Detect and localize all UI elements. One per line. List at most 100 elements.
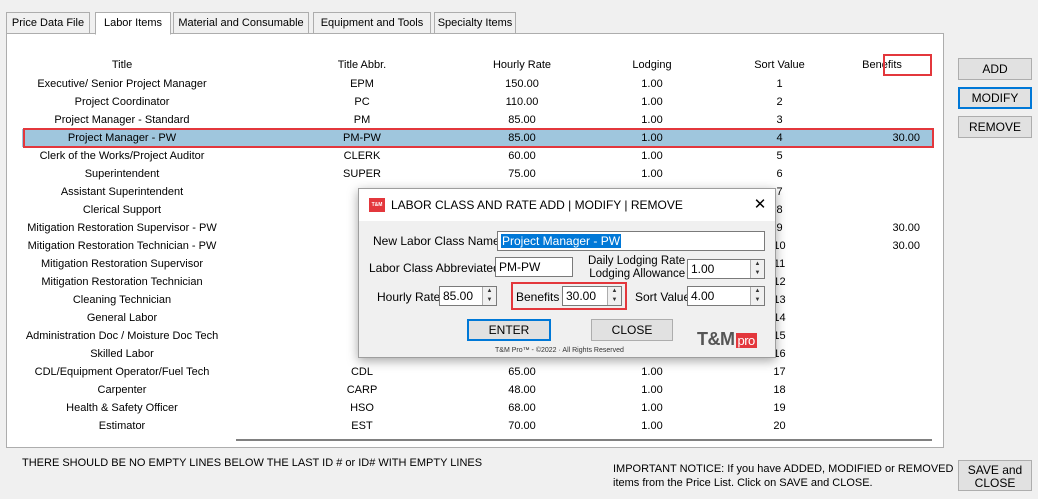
cell-hourly-rate: 85.00 bbox=[508, 132, 536, 144]
spin-up-icon[interactable]: ▲ bbox=[751, 260, 764, 269]
sort-value-input[interactable]: 4.00 ▲ ▼ bbox=[687, 286, 765, 306]
cell-title: Project Manager - Standard bbox=[54, 114, 190, 126]
cell-title: Health & Safety Officer bbox=[66, 402, 178, 414]
cell-sort-value: 1 bbox=[776, 78, 783, 90]
cell-benefits: 30.00 bbox=[892, 222, 920, 234]
remove-button[interactable]: REMOVE bbox=[958, 116, 1032, 138]
tab-price-data-file[interactable]: Price Data File bbox=[6, 12, 90, 34]
cell-title: General Labor bbox=[86, 312, 158, 324]
dialog-title: LABOR CLASS AND RATE ADD | MODIFY | REMO… bbox=[391, 198, 683, 212]
header-hourly-rate[interactable]: Hourly Rate bbox=[462, 59, 582, 71]
cell-title-abbr: EST bbox=[351, 420, 373, 432]
table-row[interactable]: CDL/Equipment Operator/Fuel Tech CDL 65.00… bbox=[22, 363, 932, 381]
spin-down-icon[interactable]: ▼ bbox=[483, 296, 496, 305]
spin-up-icon[interactable]: ▲ bbox=[608, 287, 621, 296]
empty-lines-warning: THERE SHOULD BE NO EMPTY LINES BELOW THE… bbox=[22, 457, 483, 469]
cell-hourly-rate: 75.00 bbox=[508, 168, 536, 180]
cell-sort-value: 20 bbox=[773, 420, 786, 432]
save-and-close-line-1: SAVE and bbox=[967, 462, 1023, 477]
cell-hourly-rate: 70.00 bbox=[508, 420, 536, 432]
cell-lodging: 1.00 bbox=[641, 96, 663, 108]
cell-lodging: 1.00 bbox=[641, 420, 663, 432]
close-icon[interactable]: ✕ bbox=[751, 196, 769, 214]
table-row[interactable]: Superintendent SUPER 75.00 1.00 6 bbox=[22, 165, 932, 183]
brand-pro-text: pro bbox=[735, 333, 757, 348]
cell-title-abbr: PM-PW bbox=[343, 132, 381, 144]
table-row[interactable]: Project Coordinator PC 110.00 1.00 2 bbox=[22, 93, 932, 111]
new-class-input[interactable]: Project Manager - PW bbox=[497, 231, 765, 251]
cell-lodging: 1.00 bbox=[641, 168, 663, 180]
cell-title: Estimator bbox=[98, 420, 146, 432]
cell-title-abbr: SUPER bbox=[343, 168, 381, 180]
cell-title: Skilled Labor bbox=[90, 348, 154, 360]
tab-equipment-and-tools[interactable]: Equipment and Tools bbox=[313, 12, 431, 34]
hourly-rate-label: Hourly Rate bbox=[377, 290, 441, 304]
spin-up-icon[interactable]: ▲ bbox=[751, 287, 764, 296]
new-class-value: Project Manager - PW bbox=[501, 234, 622, 248]
cell-hourly-rate: 65.00 bbox=[508, 366, 536, 378]
horizontal-scrollbar[interactable] bbox=[236, 439, 932, 441]
enter-button[interactable]: ENTER bbox=[467, 319, 551, 341]
benefits-spinner[interactable]: ▲ ▼ bbox=[607, 287, 621, 305]
lodging-input[interactable]: 1.00 ▲ ▼ bbox=[687, 259, 765, 279]
cell-title-abbr: HSO bbox=[350, 402, 374, 414]
hourly-rate-spinner[interactable]: ▲ ▼ bbox=[482, 287, 496, 305]
header-lodging[interactable]: Lodging bbox=[602, 59, 702, 71]
lodging-label: Daily Lodging Rate Lodging Allowance bbox=[588, 255, 685, 281]
sort-value-spinner[interactable]: ▲ ▼ bbox=[750, 287, 764, 305]
cell-sort-value: 5 bbox=[776, 150, 783, 162]
save-and-close-line-2: CLOSE bbox=[974, 475, 1016, 490]
table-row[interactable]: Health & Safety Officer HSO 68.00 1.00 19 bbox=[22, 399, 932, 417]
table-row[interactable]: Carpenter CARP 48.00 1.00 18 bbox=[22, 381, 932, 399]
modify-button[interactable]: MODIFY bbox=[958, 87, 1032, 109]
tab-material-and-consumable[interactable]: Material and Consumable bbox=[173, 12, 309, 34]
spin-down-icon[interactable]: ▼ bbox=[751, 296, 764, 305]
brand-text: T&M bbox=[697, 329, 735, 349]
cell-title-abbr: EPM bbox=[350, 78, 374, 90]
spin-down-icon[interactable]: ▼ bbox=[751, 269, 764, 278]
tab-specialty-items[interactable]: Specialty Items bbox=[434, 12, 516, 34]
tab-labor-items[interactable]: Labor Items bbox=[95, 12, 171, 35]
cell-title: Assistant Superintendent bbox=[60, 186, 184, 198]
cell-sort-value: 2 bbox=[776, 96, 783, 108]
lodging-label-line-2: Lodging Allowance bbox=[589, 268, 686, 280]
header-sort-value[interactable]: Sort Value bbox=[722, 59, 837, 71]
cell-title: CDL/Equipment Operator/Fuel Tech bbox=[34, 366, 210, 378]
cell-sort-value: 17 bbox=[773, 366, 786, 378]
cell-sort-value: 19 bbox=[773, 402, 786, 414]
cell-lodging: 1.00 bbox=[641, 114, 663, 126]
spin-down-icon[interactable]: ▼ bbox=[608, 296, 621, 305]
header-title-abbr[interactable]: Title Abbr. bbox=[322, 59, 402, 71]
notice-line-2: items from the Price List. Click on SAVE… bbox=[613, 477, 873, 489]
abbr-label: Labor Class Abbreviated bbox=[369, 261, 500, 275]
cell-sort-value: 18 bbox=[773, 384, 786, 396]
cell-hourly-rate: 110.00 bbox=[505, 96, 539, 108]
header-title[interactable]: Title bbox=[22, 59, 222, 71]
grid-header: Title Title Abbr. Hourly Rate Lodging So… bbox=[22, 54, 932, 76]
cell-sort-value: 3 bbox=[776, 114, 783, 126]
cell-hourly-rate: 85.00 bbox=[508, 114, 536, 126]
header-benefits[interactable]: Benefits bbox=[832, 59, 932, 71]
table-row[interactable]: Project Manager - Standard PM 85.00 1.00 3 bbox=[22, 111, 932, 129]
save-and-close-button[interactable]: SAVE and CLOSE bbox=[958, 460, 1032, 491]
benefits-input[interactable]: 30.00 ▲ ▼ bbox=[562, 286, 622, 306]
add-button[interactable]: ADD bbox=[958, 58, 1032, 80]
abbr-input[interactable]: PM-PW bbox=[495, 257, 573, 277]
hourly-rate-input[interactable]: 85.00 ▲ ▼ bbox=[439, 286, 497, 306]
cell-title: Mitigation Restoration Supervisor - PW bbox=[27, 222, 217, 234]
cell-hourly-rate: 68.00 bbox=[508, 402, 536, 414]
table-row[interactable]: Clerk of the Works/Project Auditor CLERK 6… bbox=[22, 147, 932, 165]
table-row[interactable]: Estimator EST 70.00 1.00 20 bbox=[22, 417, 932, 434]
cell-title: Clerk of the Works/Project Auditor bbox=[39, 150, 205, 162]
lodging-spinner[interactable]: ▲ ▼ bbox=[750, 260, 764, 278]
cell-title: Cleaning Technician bbox=[72, 294, 172, 306]
cell-lodging: 1.00 bbox=[641, 78, 663, 90]
cell-title: Administration Doc / Moisture Doc Tech bbox=[25, 330, 219, 342]
table-row[interactable]: Project Manager - PW PM-PW 85.00 1.00 4 30.00 bbox=[22, 129, 932, 147]
cell-title-abbr: CARP bbox=[346, 384, 378, 396]
spin-up-icon[interactable]: ▲ bbox=[483, 287, 496, 296]
cell-title-abbr: PC bbox=[354, 96, 370, 108]
table-row[interactable]: Executive/ Senior Project Manager EPM 150.… bbox=[22, 75, 932, 93]
dialog-close-button[interactable]: CLOSE bbox=[591, 319, 673, 341]
lodging-label-line-1: Daily Lodging Rate bbox=[588, 255, 686, 267]
